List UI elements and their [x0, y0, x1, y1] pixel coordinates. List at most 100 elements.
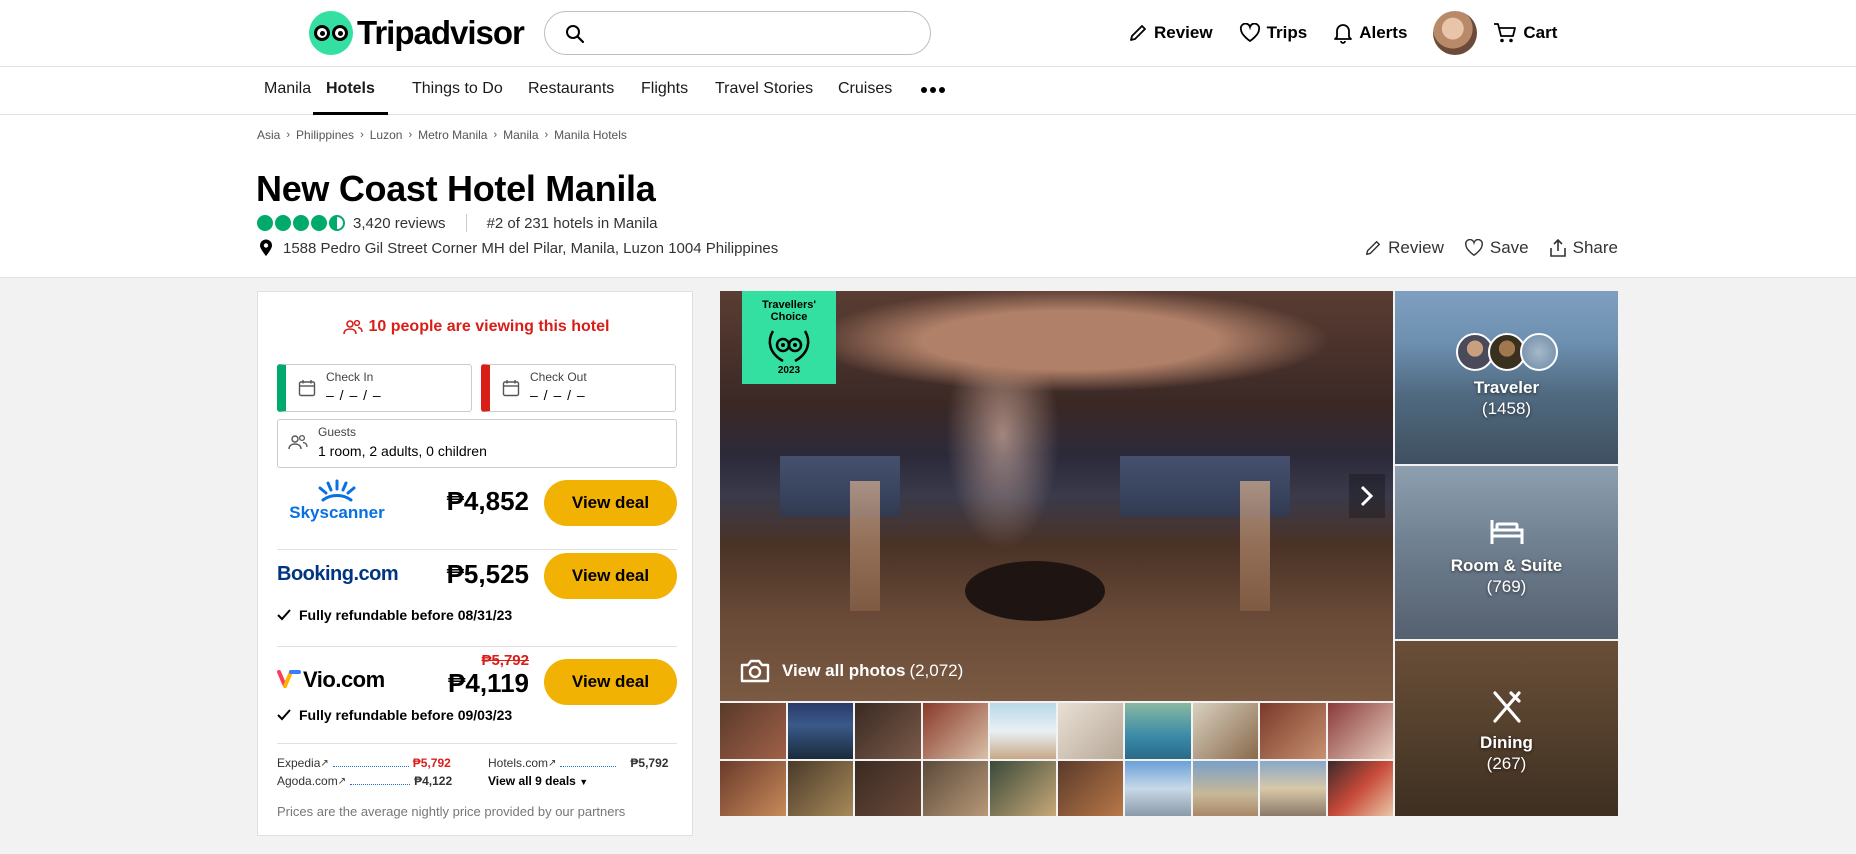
- provider-name: Expedia: [277, 756, 321, 770]
- photo-thumbnail[interactable]: [720, 760, 786, 816]
- chevron-right-icon: [1360, 485, 1374, 507]
- provider-name: Hotels.com: [488, 756, 549, 770]
- nav-cruises[interactable]: Cruises: [838, 67, 892, 115]
- view-all-deals-link[interactable]: View all 9 deals ▼: [488, 774, 588, 788]
- nav-things-to-do[interactable]: Things to Do: [412, 67, 503, 115]
- view-deal-button[interactable]: View deal: [544, 659, 677, 705]
- photo-thumbnail[interactable]: [1192, 760, 1258, 816]
- provider-name: Agoda.com: [277, 774, 338, 788]
- hotel-address[interactable]: 1588 Pedro Gil Street Corner MH del Pila…: [283, 240, 778, 257]
- vio-logo-icon: [277, 670, 301, 688]
- search-bar[interactable]: [544, 11, 931, 55]
- photo-thumbnail[interactable]: [1125, 703, 1191, 759]
- camera-icon: [740, 659, 770, 683]
- original-price: ₱5,792: [481, 652, 529, 669]
- save-button[interactable]: Save: [1464, 238, 1529, 258]
- user-avatar[interactable]: [1433, 11, 1478, 55]
- breadcrumb-philippines[interactable]: Philippines: [296, 128, 354, 142]
- photo-thumbnail[interactable]: [922, 760, 988, 816]
- alerts-link-label: Alerts: [1359, 23, 1408, 42]
- photo-thumbnail[interactable]: [855, 703, 921, 759]
- photo-thumbnail[interactable]: [1057, 760, 1123, 816]
- traveler-photos-tile[interactable]: Traveler (1458): [1395, 291, 1618, 464]
- category-nav: Manila Hotels Things to Do Restaurants F…: [0, 67, 1856, 115]
- cart-link-label: Cart: [1523, 23, 1558, 42]
- nav-hotels[interactable]: Hotels: [313, 67, 388, 115]
- review-link[interactable]: Review: [1128, 23, 1213, 43]
- divider: [277, 743, 677, 744]
- dining-photos-tile[interactable]: Dining (267): [1395, 641, 1618, 816]
- external-link-icon: ↗: [548, 757, 557, 769]
- provider-price: ₱4,122: [414, 774, 453, 788]
- view-deal-button[interactable]: View deal: [544, 480, 677, 526]
- check-out-field[interactable]: Check Out – / – / –: [481, 364, 676, 412]
- divider: [465, 214, 467, 232]
- nav-flights[interactable]: Flights: [641, 67, 688, 115]
- pencil-icon: [1130, 25, 1146, 41]
- view-all-photos-button[interactable]: View all photos (2,072): [740, 659, 963, 683]
- rating-half-bubble-icon: [329, 215, 345, 231]
- breadcrumb-manila-hotels[interactable]: Manila Hotels: [554, 128, 627, 142]
- share-button[interactable]: Share: [1549, 238, 1618, 258]
- skyscanner-logo: Skyscanner: [282, 478, 392, 523]
- breadcrumb-asia[interactable]: Asia: [257, 128, 280, 142]
- tripadvisor-logo[interactable]: Tripadvisor: [309, 11, 525, 55]
- photo-thumbnail[interactable]: [1327, 703, 1393, 759]
- refund-note: Fully refundable before 09/03/23: [277, 707, 512, 723]
- photo-thumbnail[interactable]: [1192, 703, 1258, 759]
- photo-thumbnail[interactable]: [990, 703, 1056, 759]
- photo-thumbnail[interactable]: [1125, 760, 1191, 816]
- other-deal-expedia[interactable]: Expedia ↗ ₱5,792: [277, 756, 451, 770]
- photo-thumbnail[interactable]: [720, 703, 786, 759]
- check-out-label: Check Out: [530, 370, 587, 384]
- view-all-photos-label: View all photos: [782, 661, 906, 680]
- photo-detail: [965, 561, 1105, 621]
- viewing-text: 10 people are viewing this hotel: [368, 318, 610, 335]
- nav-restaurants[interactable]: Restaurants: [528, 67, 614, 115]
- divider: [277, 646, 677, 647]
- photo-thumbnail[interactable]: [990, 760, 1056, 816]
- owl-logo-icon: [309, 11, 353, 55]
- photo-thumbnail[interactable]: [787, 760, 853, 816]
- photo-thumbnail[interactable]: [1260, 760, 1326, 816]
- cart-icon: [1494, 23, 1517, 43]
- other-deal-hotels-com[interactable]: Hotels.com ↗ ₱5,792: [488, 756, 668, 770]
- other-deal-agoda[interactable]: Agoda.com ↗ ₱4,122: [277, 774, 452, 788]
- chevron-right-icon: ›: [286, 129, 291, 141]
- avatar: [1519, 333, 1558, 371]
- review-count-link[interactable]: 3,420 reviews: [353, 215, 446, 232]
- nav-manila[interactable]: Manila: [264, 67, 311, 115]
- photo-thumbnail[interactable]: [1327, 760, 1393, 816]
- breadcrumb-manila[interactable]: Manila: [503, 128, 538, 142]
- hotel-ranking: #2 of 231 hotels in Manila: [486, 214, 658, 232]
- rating-bubble-icon: [311, 215, 327, 231]
- room-suite-photos-tile[interactable]: Room & Suite (769): [1395, 466, 1618, 639]
- check-in-field[interactable]: Check In – / – / –: [277, 364, 472, 412]
- more-icon[interactable]: [921, 87, 945, 93]
- hero-photo[interactable]: Travellers' Choice 2023 View all photos (…: [720, 291, 1393, 701]
- viewing-alert: 10 people are viewing this hotel: [258, 318, 694, 336]
- view-deal-button[interactable]: View deal: [544, 553, 677, 599]
- rating-bubbles: [257, 215, 345, 231]
- breadcrumb-metro-manila[interactable]: Metro Manila: [418, 128, 487, 142]
- caret-down-icon: ▼: [579, 777, 589, 787]
- next-photo-button[interactable]: [1349, 474, 1385, 518]
- photo-thumbnail[interactable]: [787, 703, 853, 759]
- guests-field[interactable]: Guests 1 room, 2 adults, 0 children: [277, 419, 677, 468]
- refund-text: Fully refundable before 08/31/23: [299, 607, 513, 623]
- breadcrumb-luzon[interactable]: Luzon: [370, 128, 403, 142]
- hotel-name: New Coast Hotel Manila: [256, 168, 656, 209]
- trips-link[interactable]: Trips: [1239, 23, 1307, 43]
- search-input[interactable]: [597, 18, 917, 48]
- photo-thumbnail[interactable]: [922, 703, 988, 759]
- nav-travel-stories[interactable]: Travel Stories: [715, 67, 813, 115]
- photo-thumbnail[interactable]: [1057, 703, 1123, 759]
- photo-thumbnail[interactable]: [855, 760, 921, 816]
- tile-count: (267): [1486, 754, 1527, 773]
- photo-thumbnail[interactable]: [1260, 703, 1326, 759]
- write-review-button[interactable]: Review: [1364, 238, 1444, 258]
- cart-link[interactable]: Cart: [1493, 22, 1557, 44]
- deal-price: ₱5,525: [446, 559, 529, 589]
- alerts-link[interactable]: Alerts: [1333, 22, 1407, 44]
- view-all-deals-label: View all 9 deals: [488, 774, 576, 788]
